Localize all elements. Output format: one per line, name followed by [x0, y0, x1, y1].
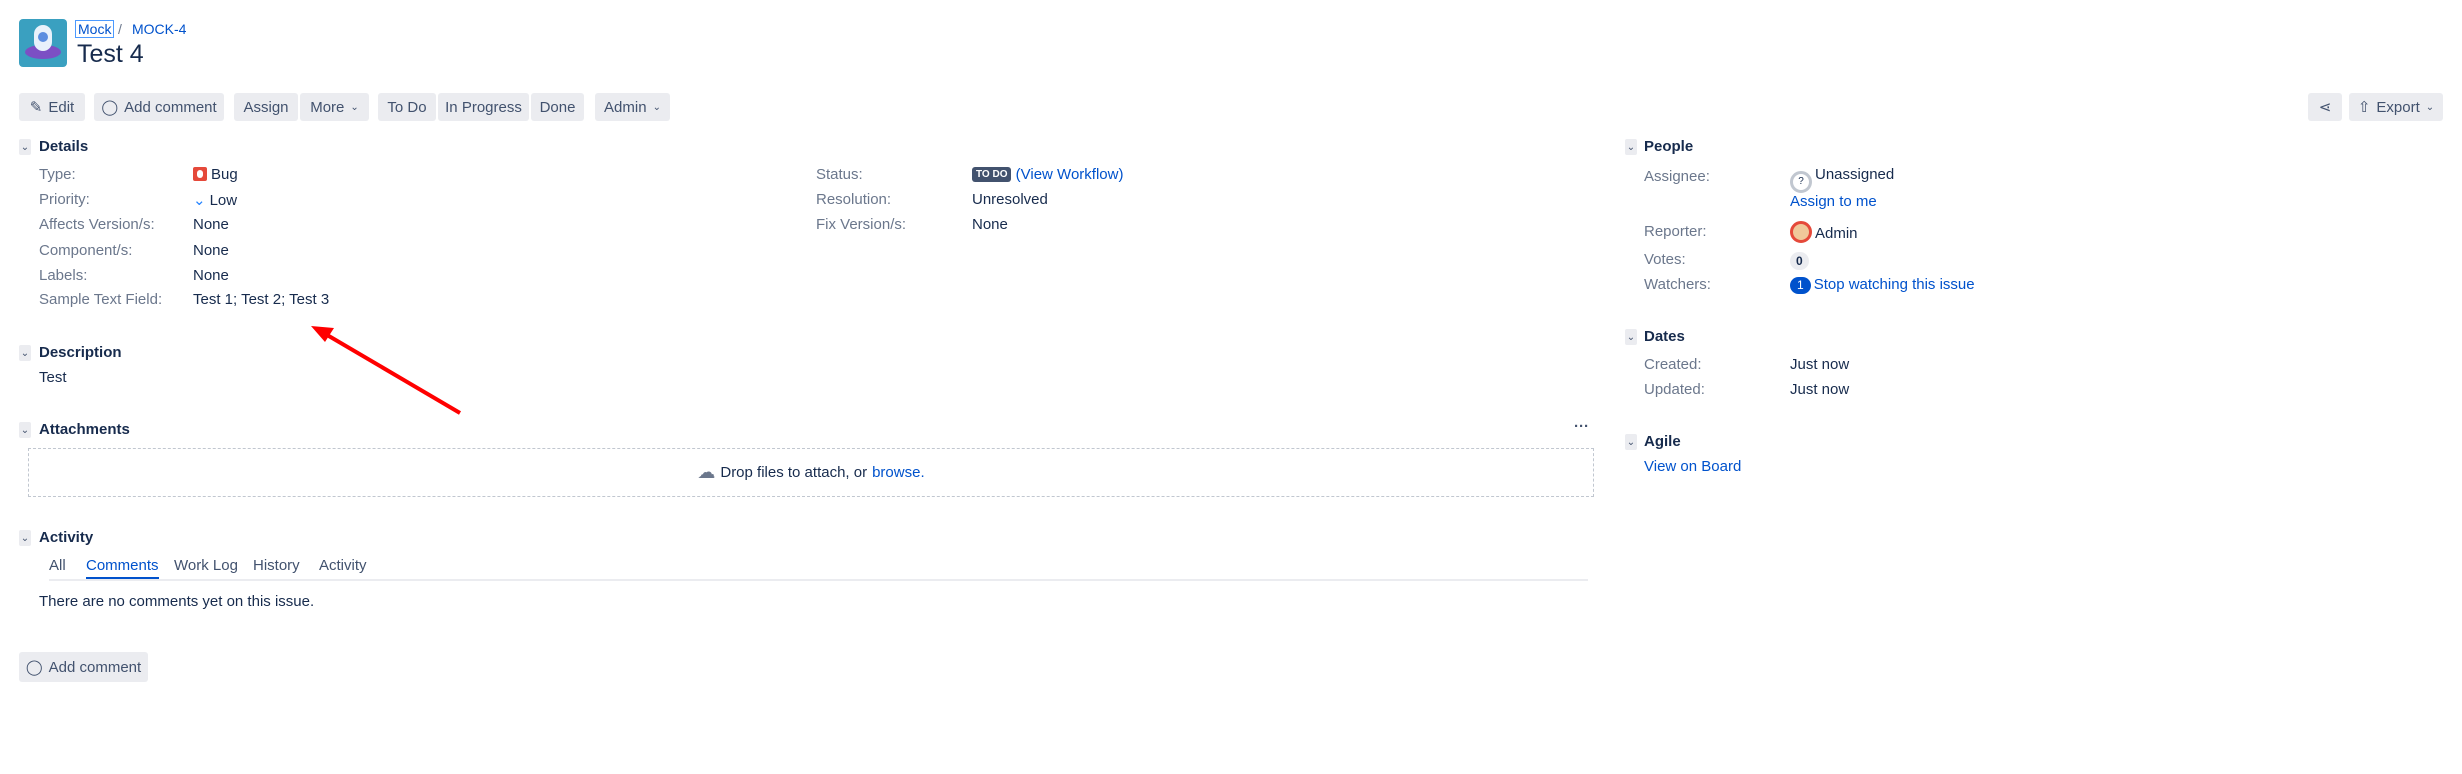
export-icon: ⇧ — [2357, 99, 2371, 116]
admin-label: Admin — [604, 98, 647, 116]
upload-cloud-icon: ☁ — [697, 462, 716, 482]
description-text: Test — [39, 369, 67, 386]
dates-header: Dates — [1644, 328, 1685, 345]
unassigned-avatar-icon: ? — [1790, 171, 1812, 193]
share-button[interactable]: ⋖ — [2308, 93, 2342, 121]
reporter-label: Reporter: — [1644, 223, 1707, 240]
reporter-avatar — [1790, 221, 1812, 243]
tab-work-log[interactable]: Work Log — [174, 557, 238, 574]
fix-version-value: None — [972, 216, 1008, 233]
agile-toggle[interactable]: ⌄ — [1625, 434, 1637, 450]
tab-activity[interactable]: Activity — [319, 557, 367, 574]
share-icon: ⋖ — [2318, 99, 2332, 116]
no-comments-text: There are no comments yet on this issue. — [39, 593, 315, 610]
resolution-value: Unresolved — [972, 191, 1048, 208]
description-toggle[interactable]: ⌄ — [19, 345, 31, 361]
add-comment-label: Add comment — [48, 658, 142, 676]
attachments-header: Attachments — [39, 421, 130, 438]
votes-badge[interactable]: 0 — [1790, 252, 1809, 270]
watchers-value: 1 Stop watching this issue — [1790, 276, 1975, 294]
reporter-value: Admin — [1790, 221, 1858, 243]
tab-all[interactable]: All — [49, 557, 66, 574]
tab-history[interactable]: History — [253, 557, 300, 574]
votes-label: Votes: — [1644, 251, 1686, 268]
bottom-add-comment-button[interactable]: ◯ Add comment — [19, 652, 148, 682]
activity-header: Activity — [39, 529, 94, 546]
attachments-more-icon[interactable]: ··· — [1574, 418, 1589, 435]
people-toggle[interactable]: ⌄ — [1625, 139, 1637, 155]
export-button[interactable]: ⇧ Export ⌄ — [2349, 93, 2443, 121]
export-label: Export — [2376, 98, 2420, 116]
dates-toggle[interactable]: ⌄ — [1625, 329, 1637, 345]
fix-version-label: Fix Version/s: — [816, 216, 907, 233]
reporter-text: Admin — [1815, 225, 1858, 242]
tabs-divider — [49, 579, 1588, 581]
drop-text: Drop files to attach, or — [720, 464, 868, 481]
status-badge: TO DO — [972, 167, 1012, 182]
description-header: Description — [39, 344, 122, 361]
updated-label: Updated: — [1644, 381, 1705, 398]
assignee-label: Assignee: — [1644, 168, 1710, 185]
tab-comments[interactable]: Comments — [86, 557, 159, 579]
watchers-count-badge[interactable]: 1 — [1790, 277, 1811, 294]
agile-header: Agile — [1644, 433, 1681, 450]
status-value: TO DO (View Workflow) — [972, 166, 1123, 183]
updated-value: Just now — [1790, 381, 1850, 398]
stop-watching-link[interactable]: Stop watching this issue — [1814, 276, 1975, 293]
resolution-label: Resolution: — [816, 191, 892, 208]
comment-icon: ◯ — [25, 659, 43, 676]
activity-toggle[interactable]: ⌄ — [19, 530, 31, 546]
watchers-label: Watchers: — [1644, 276, 1711, 293]
browse-link[interactable]: browse. — [872, 464, 925, 481]
attachments-toggle[interactable]: ⌄ — [19, 422, 31, 438]
created-label: Created: — [1644, 356, 1702, 373]
chevron-down-icon: ⌄ — [2425, 101, 2435, 113]
status-label: Status: — [816, 166, 863, 183]
annotation-arrow — [311, 326, 462, 415]
assignee-value: ? Unassigned — [1790, 166, 1894, 193]
view-on-board-link[interactable]: View on Board — [1644, 458, 1741, 475]
assignee-text: Unassigned — [1815, 166, 1895, 183]
created-value: Just now — [1790, 356, 1850, 373]
attachment-dropzone[interactable]: ☁ Drop files to attach, or browse. — [28, 448, 1594, 497]
admin-button[interactable]: Admin ⌄ — [595, 93, 670, 121]
people-header: People — [1644, 138, 1694, 155]
chevron-down-icon: ⌄ — [652, 101, 661, 113]
view-workflow-link[interactable]: (View Workflow) — [1016, 166, 1124, 183]
assign-to-me-link[interactable]: Assign to me — [1790, 193, 1877, 210]
